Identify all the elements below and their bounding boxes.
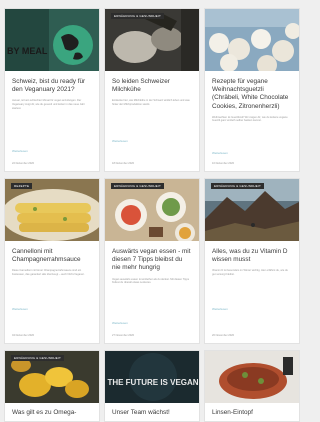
article-card[interactable]: THE FUTURE IS VEGAN Unser Team wächst! xyxy=(104,350,200,422)
lentil-stew-photo xyxy=(205,351,299,403)
read-more-link[interactable]: Weiterlesen xyxy=(212,151,228,155)
thumbnail-text: BY MEAL xyxy=(7,46,48,56)
read-more-link[interactable]: Weiterlesen xyxy=(212,307,228,311)
article-title[interactable]: Schweiz, bist du ready für den Veganuary… xyxy=(12,78,92,94)
article-card[interactable]: Ernährung & Gesundheit Was gilt es zu Om… xyxy=(4,350,100,422)
article-title[interactable]: So leiden Schweizer Milchkühe xyxy=(112,78,192,94)
article-excerpt: Diese Cannelloni mit feiner Champagnerra… xyxy=(12,269,85,276)
article-title[interactable]: Unser Team wächst! xyxy=(112,409,192,417)
category-badge: Ernährung & Gesundheit xyxy=(111,183,165,189)
article-thumbnail[interactable]: Ernährung & Gesundheit xyxy=(105,179,199,241)
article-thumbnail[interactable]: Rezepte xyxy=(5,179,99,241)
article-title[interactable]: Was gilt es zu Omega- xyxy=(12,409,92,417)
article-thumbnail[interactable] xyxy=(205,9,299,71)
article-card[interactable]: Rezepte Cannelloni mit Champagnerrahmsau… xyxy=(4,178,100,344)
article-thumbnail[interactable]: Ernährung & Gesundheit xyxy=(5,351,99,403)
article-date: 27 November 2020 xyxy=(112,334,135,337)
read-more-link[interactable]: Weiterlesen xyxy=(12,149,28,153)
article-date: 10 Dezember 2020 xyxy=(212,162,235,165)
category-badge: Ernährung & Gesundheit xyxy=(211,183,265,189)
article-thumbnail[interactable]: Ernährung & Gesundheit xyxy=(205,179,299,241)
article-card[interactable]: Ernährung & Gesundheit Auswärts vegan es… xyxy=(104,178,200,344)
category-badge: Ernährung & Gesundheit xyxy=(11,355,65,361)
article-excerpt: Entdecke hier, wie Milchkühe in der Schw… xyxy=(112,99,190,106)
article-date: 18 Dezember 2020 xyxy=(112,162,135,165)
article-excerpt: Vitamin D ist besonders im Winter wichti… xyxy=(212,269,288,276)
category-badge: Rezepte xyxy=(11,183,33,189)
article-card[interactable]: Ernährung & Gesundheit Alles, was du zu … xyxy=(204,178,300,344)
article-title[interactable]: Linsen-Eintopf xyxy=(212,409,292,417)
article-card[interactable]: Linsen-Eintopf xyxy=(204,350,300,422)
article-date: 04 Dezember 2020 xyxy=(12,334,35,337)
article-card[interactable]: BY MEAL Schweiz, bist du ready für den V… xyxy=(4,8,100,172)
article-title[interactable]: Rezepte für vegane Weihnachtsguetzli (Ch… xyxy=(212,78,292,111)
read-more-link[interactable]: Weiterlesen xyxy=(112,321,128,325)
article-excerpt: Vegan auswärts essen ist einfacher als d… xyxy=(112,277,189,285)
read-more-link[interactable]: Weiterlesen xyxy=(112,139,128,143)
article-title[interactable]: Auswärts vegan essen - mit diesen 7 Tipp… xyxy=(112,248,192,273)
article-card[interactable]: Rezepte für vegane Weihnachtsguetzli (Ch… xyxy=(204,8,300,172)
cookies-photo xyxy=(205,9,299,71)
category-badge: Ernährung & Gesundheit xyxy=(111,13,165,19)
future-is-vegan-graphic: THE FUTURE IS VEGAN xyxy=(105,351,199,403)
article-title[interactable]: Alles, was du zu Vitamin D wissen musst xyxy=(212,248,292,264)
article-date: 22 Dezember 2020 xyxy=(12,162,35,165)
veganuary-thumbnail-graphic: BY MEAL xyxy=(5,9,99,71)
article-excerpt: Januar, ist kein schlechter Monat für ve… xyxy=(12,99,85,110)
thumbnail-text: THE FUTURE IS VEGAN xyxy=(107,378,198,387)
article-thumbnail[interactable]: BY MEAL xyxy=(5,9,99,71)
article-thumbnail[interactable] xyxy=(205,351,299,403)
article-title[interactable]: Cannelloni mit Champagnerrahmsauce xyxy=(12,248,92,264)
read-more-link[interactable]: Weiterlesen xyxy=(12,307,28,311)
article-date: 20 November 2020 xyxy=(212,334,235,337)
article-grid: BY MEAL Schweiz, bist du ready für den V… xyxy=(4,8,300,422)
article-thumbnail[interactable]: Ernährung & Gesundheit xyxy=(105,9,199,71)
article-excerpt: Weihnachten ist Guetzlizeit! Wir zeigen … xyxy=(212,115,288,123)
article-thumbnail[interactable]: THE FUTURE IS VEGAN xyxy=(105,351,199,403)
article-card[interactable]: Ernährung & Gesundheit So leiden Schweiz… xyxy=(104,8,200,172)
